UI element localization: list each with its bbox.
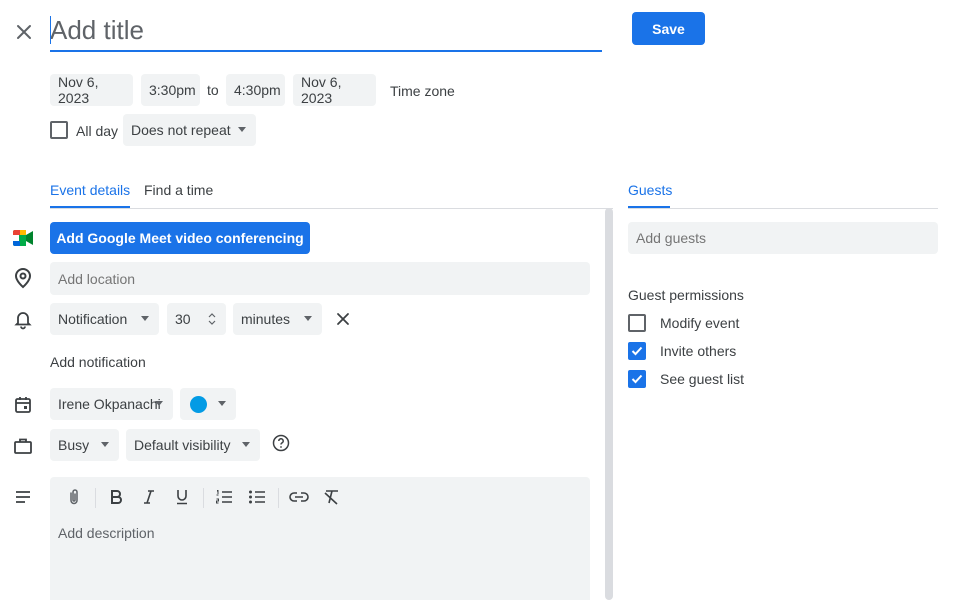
numbered-list-icon[interactable] [213,486,235,508]
notification-amount-value: 30 [175,311,191,327]
notification-unit-dropdown[interactable]: minutes [233,303,322,335]
busy-dropdown[interactable]: Busy [50,429,119,461]
chevron-down-icon [304,316,312,321]
close-icon[interactable] [12,20,36,44]
tab-guests[interactable]: Guests [628,182,672,198]
title-input[interactable] [50,10,602,52]
chevron-down-icon [238,127,246,132]
calendar-icon [12,394,34,416]
notification-unit-value: minutes [241,311,291,327]
calendar-owner-dropdown[interactable]: Irene Okpanachi [50,388,173,420]
add-guests-input[interactable] [628,222,938,254]
google-meet-icon [12,228,34,248]
underline-icon[interactable] [171,486,193,508]
briefcase-icon [12,435,34,457]
chevron-down-icon [101,442,109,447]
toolbar-divider [203,488,204,508]
guest-permissions-title: Guest permissions [628,287,744,303]
stepper-arrows-icon[interactable] [208,312,216,326]
tab-event-details[interactable]: Event details [50,182,130,198]
toolbar-divider [95,488,96,508]
repeat-value: Does not repeat [131,122,231,138]
visibility-dropdown[interactable]: Default visibility [126,429,260,461]
toolbar-divider [278,488,279,508]
add-notification-link[interactable]: Add notification [50,354,146,370]
location-input[interactable] [50,262,590,295]
all-day-checkbox[interactable] [50,121,68,139]
bell-icon [12,309,34,331]
scrollbar[interactable] [605,208,613,600]
calendar-owner-value: Irene Okpanachi [58,396,161,412]
description-placeholder: Add description [58,525,155,541]
notification-type-dropdown[interactable]: Notification [50,303,159,335]
title-caret [50,16,51,44]
chevron-down-icon [141,316,149,321]
to-label: to [207,82,219,98]
remove-formatting-icon[interactable] [321,486,343,508]
see-guest-list-label: See guest list [660,371,745,387]
invite-others-checkbox[interactable] [628,342,646,360]
tab-find-time[interactable]: Find a time [144,182,213,198]
guests-divider [628,208,938,209]
help-circle-icon[interactable] [271,433,291,453]
link-icon[interactable] [288,486,310,508]
repeat-dropdown[interactable]: Does not repeat [123,114,256,146]
all-day-label: All day [76,123,119,139]
modify-event-label: Modify event [660,315,740,331]
timezone-link[interactable]: Time zone [390,83,455,99]
tabs-divider [50,208,613,209]
bulleted-list-icon[interactable] [246,486,268,508]
see-guest-list-checkbox[interactable] [628,370,646,388]
save-button[interactable]: Save [632,12,705,45]
notes-icon [12,487,34,507]
chevron-down-icon [218,401,226,406]
invite-others-label: Invite others [660,343,737,359]
start-date-chip[interactable]: Nov 6, 2023 [50,74,133,106]
end-time-chip[interactable]: 4:30pm [226,74,285,106]
remove-notification-icon[interactable] [334,310,352,328]
calendar-color-swatch [190,396,207,413]
busy-value: Busy [58,437,90,453]
italic-icon[interactable] [138,486,160,508]
modify-event-checkbox[interactable] [628,314,646,332]
location-pin-icon [12,267,34,289]
attachment-icon[interactable] [63,486,85,508]
chevron-down-icon [242,442,250,447]
calendar-color-dropdown[interactable] [180,388,236,420]
notification-type-value: Notification [58,311,128,327]
notification-amount-stepper[interactable]: 30 [167,303,226,335]
chevron-down-icon [155,401,163,406]
start-time-chip[interactable]: 3:30pm [141,74,200,106]
add-meet-button[interactable]: Add Google Meet video conferencing [50,222,310,254]
end-date-chip[interactable]: Nov 6, 2023 [293,74,376,106]
visibility-value: Default visibility [134,437,231,453]
bold-icon[interactable] [105,486,127,508]
